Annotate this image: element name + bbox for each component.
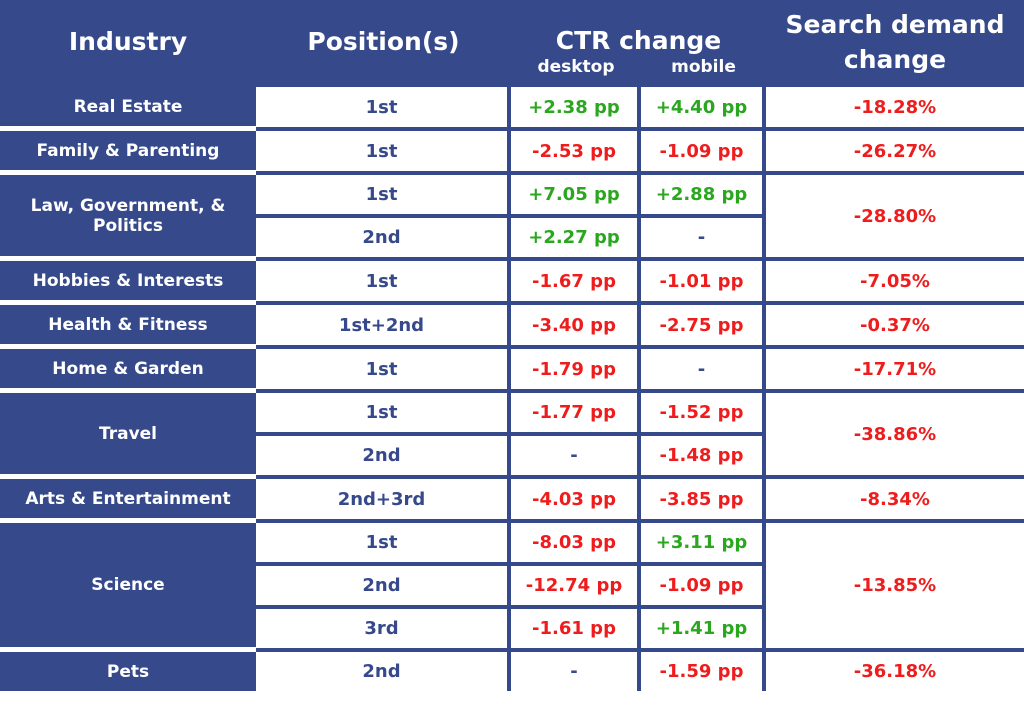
industry-cell: Travel	[0, 393, 256, 479]
search-demand-cell: -17.71%	[766, 349, 1024, 393]
mobile-ctr-cell: +1.41 pp	[641, 609, 766, 652]
mobile-ctr-cell: -3.85 pp	[641, 479, 766, 523]
header-ctr-change: CTR change	[511, 0, 766, 57]
desktop-ctr-cell: -1.79 pp	[511, 349, 641, 393]
position-cell: 2nd	[256, 218, 511, 261]
table-row: Family & Parenting 1st -2.53 pp -1.09 pp -26…	[0, 131, 1024, 175]
industry-cell: Real Estate	[0, 87, 256, 131]
desktop-ctr-cell: -12.74 pp	[511, 566, 641, 609]
search-demand-cell: -18.28%	[766, 87, 1024, 131]
position-cell: 1st+2nd	[256, 305, 511, 349]
desktop-ctr-cell: +2.38 pp	[511, 87, 641, 131]
mobile-ctr-cell: -1.59 pp	[641, 652, 766, 691]
table-row: Hobbies & Interests 1st -1.67 pp -1.01 pp -7…	[0, 261, 1024, 305]
position-cell: 2nd	[256, 436, 511, 479]
industry-cell: Health & Fitness	[0, 305, 256, 349]
mobile-ctr-cell: -	[641, 218, 766, 261]
table-row: Arts & Entertainment 2nd+3rd -4.03 pp -3.85…	[0, 479, 1024, 523]
table-row: Home & Garden 1st -1.79 pp - -17.71%	[0, 349, 1024, 393]
mobile-ctr-cell: -2.75 pp	[641, 305, 766, 349]
industry-cell: Law, Government, & Politics	[0, 175, 256, 261]
desktop-ctr-cell: -4.03 pp	[511, 479, 641, 523]
desktop-ctr-cell: -3.40 pp	[511, 305, 641, 349]
header-mobile: mobile	[641, 57, 766, 83]
desktop-ctr-cell: -1.67 pp	[511, 261, 641, 305]
desktop-ctr-cell: +2.27 pp	[511, 218, 641, 261]
search-demand-cell: -0.37%	[766, 305, 1024, 349]
table-row: Science 1st -8.03 pp +3.11 pp -13.85%	[0, 523, 1024, 652]
desktop-ctr-cell: -8.03 pp	[511, 523, 641, 566]
search-demand-cell: -13.85%	[766, 523, 1024, 652]
search-demand-cell: -8.34%	[766, 479, 1024, 523]
search-demand-cell: -36.18%	[766, 652, 1024, 691]
mobile-ctr-cell: -1.48 pp	[641, 436, 766, 479]
industry-cell: Home & Garden	[0, 349, 256, 393]
mobile-ctr-cell: -1.01 pp	[641, 261, 766, 305]
table-body: Real Estate 1st +2.38 pp +4.40 pp -18.28% Fam…	[0, 87, 1024, 691]
header-search-demand: Search demand change	[766, 0, 1024, 83]
header-positions: Position(s)	[256, 0, 511, 83]
position-cell: 3rd	[256, 609, 511, 652]
ctr-table: Industry Position(s) CTR change Search d…	[0, 0, 1024, 691]
industry-cell: Science	[0, 523, 256, 652]
mobile-ctr-cell: +2.88 pp	[641, 175, 766, 218]
table-row: Real Estate 1st +2.38 pp +4.40 pp -18.28%	[0, 87, 1024, 131]
search-demand-cell: -38.86%	[766, 393, 1024, 479]
mobile-ctr-cell: -1.09 pp	[641, 566, 766, 609]
table-row: Health & Fitness 1st+2nd -3.40 pp -2.75 pp -…	[0, 305, 1024, 349]
mobile-ctr-cell: -	[641, 349, 766, 393]
industry-cell: Arts & Entertainment	[0, 479, 256, 523]
position-cell: 2nd+3rd	[256, 479, 511, 523]
table-row: Travel 1st -1.77 pp -1.52 pp -38.86%	[0, 393, 1024, 479]
desktop-ctr-cell: +7.05 pp	[511, 175, 641, 218]
industry-cell: Family & Parenting	[0, 131, 256, 175]
mobile-ctr-cell: +3.11 pp	[641, 523, 766, 566]
desktop-ctr-cell: -1.61 pp	[511, 609, 641, 652]
position-cell: 1st	[256, 175, 511, 218]
desktop-ctr-cell: -1.77 pp	[511, 393, 641, 436]
header-industry: Industry	[0, 0, 256, 83]
position-cell: 1st	[256, 87, 511, 131]
mobile-ctr-cell: -1.09 pp	[641, 131, 766, 175]
position-cell: 2nd	[256, 652, 511, 691]
position-cell: 2nd	[256, 566, 511, 609]
table-row: Pets 2nd - -1.59 pp -36.18%	[0, 652, 1024, 691]
industry-cell: Pets	[0, 652, 256, 691]
position-cell: 1st	[256, 131, 511, 175]
desktop-ctr-cell: -2.53 pp	[511, 131, 641, 175]
mobile-ctr-cell: +4.40 pp	[641, 87, 766, 131]
position-cell: 1st	[256, 349, 511, 393]
table-row: Law, Government, & Politics 1st +7.05 pp +2…	[0, 175, 1024, 261]
position-cell: 1st	[256, 523, 511, 566]
mobile-ctr-cell: -1.52 pp	[641, 393, 766, 436]
industry-cell: Hobbies & Interests	[0, 261, 256, 305]
header-desktop: desktop	[511, 57, 641, 83]
search-demand-cell: -7.05%	[766, 261, 1024, 305]
position-cell: 1st	[256, 393, 511, 436]
search-demand-cell: -28.80%	[766, 175, 1024, 261]
desktop-ctr-cell: -	[511, 436, 641, 479]
search-demand-cell: -26.27%	[766, 131, 1024, 175]
desktop-ctr-cell: -	[511, 652, 641, 691]
position-cell: 1st	[256, 261, 511, 305]
